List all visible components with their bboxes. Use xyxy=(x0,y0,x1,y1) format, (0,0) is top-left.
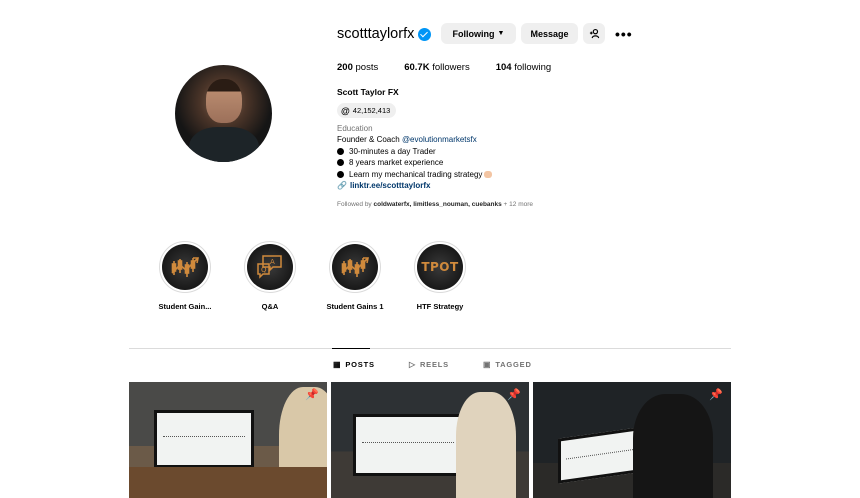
username-row: scotttaylorfx xyxy=(337,23,432,45)
reels-icon: ▷ xyxy=(409,360,416,369)
threads-icon: @ xyxy=(341,105,350,116)
threads-count: 42,152,413 xyxy=(352,106,391,115)
highlight-label: HTF Strategy xyxy=(416,302,464,311)
add-person-icon xyxy=(589,28,599,39)
tabs-divider xyxy=(129,348,731,349)
highlight-label: Q&A xyxy=(261,302,279,311)
full-name: Scott Taylor FX xyxy=(337,87,399,97)
grid-icon: ▦ xyxy=(333,360,342,369)
verified-badge-icon xyxy=(418,27,432,41)
bullet-icon xyxy=(337,171,344,178)
monitor-image xyxy=(353,414,463,476)
avatar-face xyxy=(206,79,242,123)
highlight-student-gains[interactable]: Student Gain... xyxy=(145,241,225,311)
qa-chat-icon: A Q xyxy=(257,255,282,279)
avatar-body xyxy=(189,127,259,162)
bio-mention-link[interactable]: @evolutionmarketsfx xyxy=(402,135,477,144)
person-image xyxy=(456,392,516,498)
pin-icon: 📌 xyxy=(305,389,319,401)
chevron-down-icon: ▼ xyxy=(497,30,505,37)
highlight-qa[interactable]: A Q Q&A xyxy=(230,241,310,311)
tab-posts[interactable]: ▦ POSTS xyxy=(333,360,375,369)
highlight-label: Student Gains 1 xyxy=(326,302,384,311)
tagged-icon: ▣ xyxy=(483,360,492,369)
profile-stats: 200 posts 60.7K followers 104 following xyxy=(337,62,577,73)
trading-chart-icon xyxy=(341,257,369,277)
bullet-icon xyxy=(337,148,344,155)
highlight-label: Student Gain... xyxy=(158,302,212,311)
posts-count: 200 posts xyxy=(337,62,379,73)
highlight-student-gains-1[interactable]: Student Gains 1 xyxy=(315,241,395,311)
more-options-icon[interactable]: ••• xyxy=(615,26,633,42)
username: scotttaylorfx xyxy=(337,26,415,42)
bio-external-link[interactable]: 🔗 linktr.ee/scotttaylorfx xyxy=(337,181,430,190)
bullet-icon xyxy=(337,159,344,166)
person-image xyxy=(633,394,713,498)
threads-badge[interactable]: @ 42,152,413 xyxy=(337,103,397,118)
post-thumbnail[interactable]: 📌 xyxy=(129,382,327,498)
active-tab-indicator xyxy=(332,348,370,349)
bio-line-1: Founder & Coach @evolutionmarketsfx xyxy=(337,135,477,144)
followed-by[interactable]: Followed by coldwaterfx, limitless_nouma… xyxy=(337,201,533,208)
pin-icon: 📌 xyxy=(507,389,521,401)
pointing-hand-emoji-icon xyxy=(484,171,493,178)
suggested-accounts-button[interactable] xyxy=(583,23,605,44)
profile-avatar[interactable] xyxy=(175,65,272,162)
svg-text:Q: Q xyxy=(261,266,267,274)
following-button-label: Following xyxy=(452,28,495,39)
following-button[interactable]: Following ▼ xyxy=(441,23,516,44)
desk-image xyxy=(129,467,327,498)
post-thumbnail[interactable]: 📌 xyxy=(533,382,731,498)
monitor-image xyxy=(154,410,254,468)
bio-bullet-3: Learn my mechanical trading strategy xyxy=(337,170,493,179)
bio-bullet-2: 8 years market experience xyxy=(337,158,443,167)
tab-tagged[interactable]: ▣ TAGGED xyxy=(483,360,532,369)
link-icon: 🔗 xyxy=(337,181,347,190)
following-link[interactable]: 104 following xyxy=(496,62,551,73)
tab-reels[interactable]: ▷ REELS xyxy=(409,360,449,369)
bio-bullet-1: 30-minutes a day Trader xyxy=(337,147,436,156)
tpot-logo-text: TPOT xyxy=(421,260,459,274)
post-thumbnail[interactable]: 📌 xyxy=(331,382,529,498)
highlight-htf-strategy[interactable]: TPOT HTF Strategy xyxy=(400,241,480,311)
trading-chart-icon xyxy=(171,257,199,277)
message-button[interactable]: Message xyxy=(521,23,578,44)
pin-icon: 📌 xyxy=(709,389,723,401)
profile-category: Education xyxy=(337,124,373,133)
followers-link[interactable]: 60.7K followers xyxy=(404,62,470,73)
message-button-label: Message xyxy=(530,28,569,39)
svg-text:A: A xyxy=(270,258,275,266)
